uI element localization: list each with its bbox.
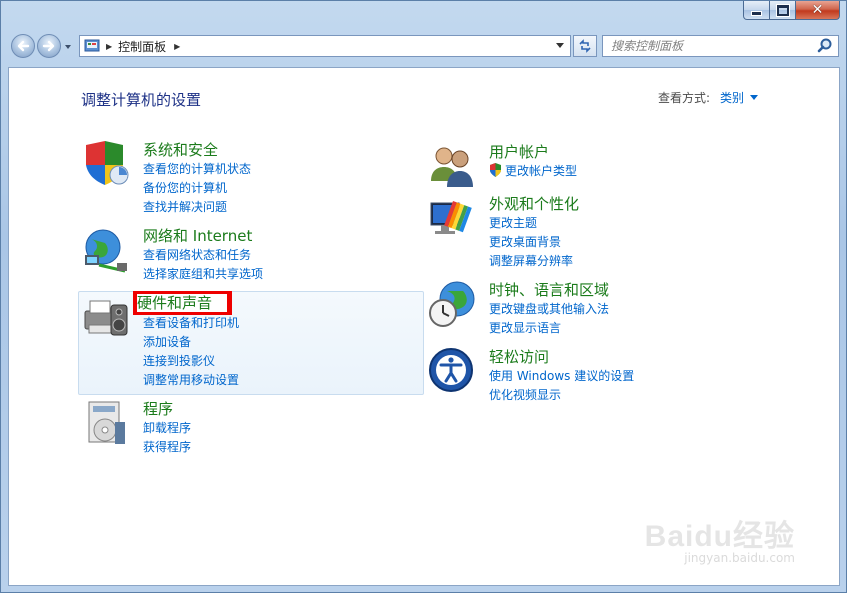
page-title: 调整计算机的设置 — [81, 91, 202, 109]
category-user-accounts: 用户帐户 更改帐户类型 — [427, 141, 757, 187]
link-devices-printers[interactable]: 查看设备和打印机 — [143, 314, 239, 333]
link-add-device[interactable]: 添加设备 — [143, 333, 239, 352]
category-hardware-sound: 查看设备和打印机 添加设备 连接到投影仪 调整常用移动设置 — [81, 293, 411, 389]
link-uninstall-program[interactable]: 卸载程序 — [143, 419, 191, 438]
address-dropdown-icon[interactable] — [552, 36, 568, 56]
link-change-account-type-label[interactable]: 更改帐户类型 — [505, 164, 577, 178]
recent-pages-dropdown-icon[interactable] — [64, 43, 72, 51]
breadcrumb-child-arrow-icon[interactable]: ▶ — [174, 42, 180, 51]
link-homegroup-sharing[interactable]: 选择家庭组和共享选项 — [143, 265, 263, 284]
category-title-ease-access[interactable]: 轻松访问 — [489, 346, 549, 367]
navigation-bar: ▶ 控制面板 ▶ — [9, 31, 839, 63]
view-by-dropdown[interactable]: 类别 — [720, 89, 744, 106]
view-by-label: 查看方式: — [658, 91, 711, 105]
watermark: Baidu经验 jingyan.baidu.com — [645, 511, 795, 565]
search-icon[interactable] — [816, 37, 834, 55]
minimize-icon — [751, 10, 762, 16]
back-arrow-icon — [17, 40, 30, 52]
category-title-system-security[interactable]: 系统和安全 — [143, 139, 218, 160]
link-change-theme[interactable]: 更改主题 — [489, 214, 573, 233]
chevron-down-icon[interactable] — [750, 95, 759, 100]
appearance-monitor-icon — [430, 201, 472, 234]
category-title-user-accounts[interactable]: 用户帐户 — [489, 141, 549, 162]
link-change-display-language[interactable]: 更改显示语言 — [489, 319, 609, 338]
view-by: 查看方式: 类别 — [658, 89, 759, 106]
link-mobility-settings[interactable]: 调整常用移动设置 — [143, 371, 239, 390]
category-network: 网络和 Internet 查看网络状态和任务 选择家庭组和共享选项 — [81, 225, 411, 281]
link-change-account-type[interactable]: 更改帐户类型 — [489, 162, 577, 181]
breadcrumb-separator-icon[interactable]: ▶ — [106, 42, 112, 51]
network-globe-icon — [85, 229, 127, 273]
highlight-annotation-box: 硬件和声音 — [133, 291, 232, 315]
forward-arrow-icon — [42, 40, 55, 52]
category-title-network[interactable]: 网络和 Internet — [143, 225, 252, 246]
category-system-security: 系统和安全 查看您的计算机状态 备份您的计算机 查找并解决问题 — [81, 139, 411, 214]
link-get-programs[interactable]: 获得程序 — [143, 438, 191, 457]
users-icon — [431, 147, 473, 187]
breadcrumb-control-panel[interactable]: 控制面板 — [118, 38, 166, 55]
link-backup-computer[interactable]: 备份您的计算机 — [143, 179, 251, 198]
shield-icon — [86, 141, 129, 185]
link-view-computer-status[interactable]: 查看您的计算机状态 — [143, 160, 251, 179]
category-clock-region: 时钟、语言和区域 更改键盘或其他输入法 更改显示语言 — [427, 279, 757, 335]
caption-buttons: ✕ — [743, 1, 840, 20]
back-button[interactable] — [11, 34, 35, 58]
refresh-icon — [579, 39, 591, 53]
address-bar[interactable]: ▶ 控制面板 ▶ — [79, 35, 571, 57]
search-box[interactable] — [602, 35, 839, 57]
link-network-status[interactable]: 查看网络状态和任务 — [143, 246, 263, 265]
maximize-button[interactable] — [770, 1, 796, 20]
close-icon: ✕ — [811, 2, 824, 18]
category-appearance: 外观和个性化 更改主题 更改桌面背景 调整屏幕分辨率 — [427, 193, 757, 268]
link-change-desktop-background[interactable]: 更改桌面背景 — [489, 233, 573, 252]
forward-button[interactable] — [37, 34, 61, 58]
category-title-hardware-sound[interactable]: 硬件和声音 — [137, 294, 227, 312]
ease-of-access-icon — [429, 348, 473, 392]
link-adjust-resolution[interactable]: 调整屏幕分辨率 — [489, 252, 573, 271]
watermark-brand: Baidu经验 — [644, 520, 795, 553]
category-title-appearance[interactable]: 外观和个性化 — [489, 193, 579, 214]
maximize-icon — [775, 3, 790, 17]
category-programs: 程序 卸载程序 获得程序 — [81, 398, 411, 458]
link-find-fix-problems[interactable]: 查找并解决问题 — [143, 198, 251, 217]
clock-globe-icon — [429, 281, 475, 327]
control-panel-icon — [84, 39, 100, 52]
minimize-button[interactable] — [743, 1, 770, 20]
category-ease-access: 轻松访问 使用 Windows 建议的设置 优化视频显示 — [427, 346, 757, 402]
refresh-button[interactable] — [573, 35, 597, 57]
link-optimize-visual-display[interactable]: 优化视频显示 — [489, 386, 634, 405]
link-change-input-method[interactable]: 更改键盘或其他输入法 — [489, 300, 609, 319]
link-connect-projector[interactable]: 连接到投影仪 — [143, 352, 239, 371]
uac-shield-icon — [490, 163, 501, 177]
window-frame: ✕ ▶ 控制面板 ▶ 搜索控制面板 调整计算机的设置 查看方式: 类别 系统和安… — [0, 0, 847, 593]
close-button[interactable]: ✕ — [796, 1, 840, 20]
printer-speaker-icon — [84, 300, 128, 336]
content-area: 调整计算机的设置 查看方式: 类别 系统和安全 查看您的计算机状态 备份您的计算… — [8, 67, 840, 586]
link-windows-recommended-settings[interactable]: 使用 Windows 建议的设置 — [489, 367, 634, 386]
search-input[interactable] — [603, 38, 816, 54]
programs-icon — [88, 401, 125, 444]
category-title-clock-region[interactable]: 时钟、语言和区域 — [489, 279, 609, 300]
category-title-programs[interactable]: 程序 — [143, 398, 173, 419]
